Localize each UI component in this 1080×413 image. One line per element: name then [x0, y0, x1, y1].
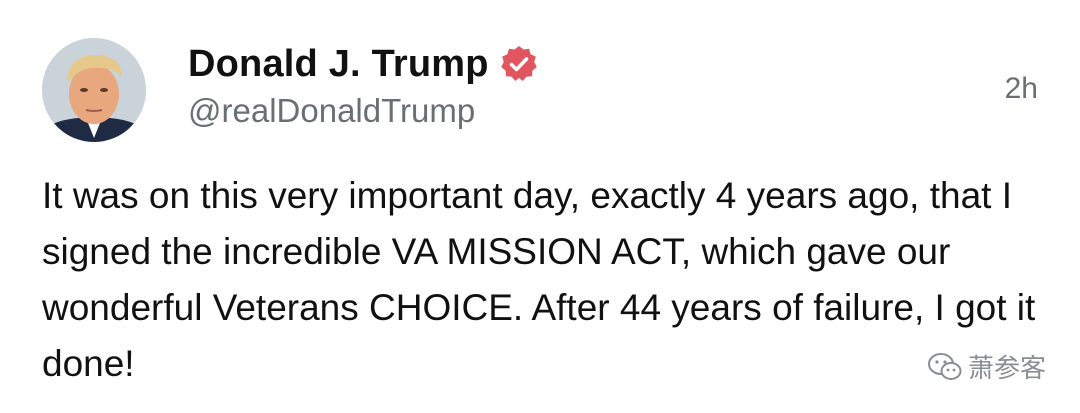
avatar-portrait	[42, 38, 146, 142]
author-handle[interactable]: @realDonaldTrump	[188, 92, 475, 130]
author-name-row: Donald J. Trump	[188, 40, 539, 88]
post-body-text: It was on this very important day, exact…	[42, 175, 1036, 384]
verified-badge-icon	[499, 44, 539, 84]
watermark-text: 萧参客	[967, 353, 1046, 383]
post-card: Donald J. Trump @realDonaldTrump 2h It w…	[0, 0, 1080, 413]
avatar[interactable]	[42, 38, 146, 142]
post-timestamp[interactable]: 2h	[1005, 72, 1038, 106]
watermark: 萧参客	[927, 348, 1046, 385]
author-display-name[interactable]: Donald J. Trump	[188, 43, 489, 86]
wechat-icon	[927, 352, 962, 380]
